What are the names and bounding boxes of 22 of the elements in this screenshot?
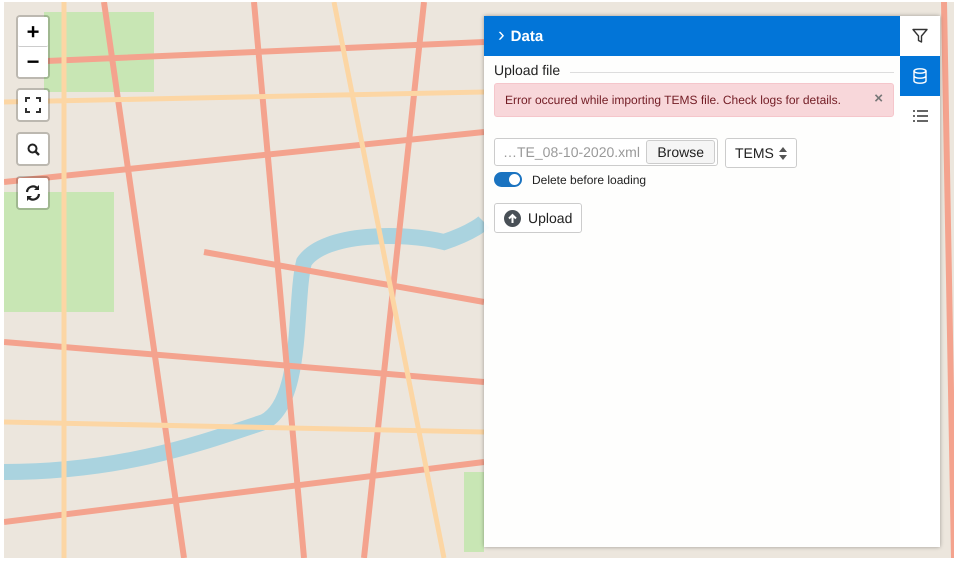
upload-button[interactable]: Upload	[494, 203, 582, 233]
filter-icon	[912, 28, 928, 44]
error-message: Error occured while importing TEMS file. Check logs for details.	[505, 93, 841, 107]
panel-title: Data	[510, 28, 544, 44]
fullscreen-icon	[25, 97, 41, 113]
database-icon	[913, 68, 927, 84]
search-button[interactable]	[16, 132, 50, 166]
toggle-switch[interactable]	[494, 172, 522, 187]
toggle-label: Delete before loading	[532, 172, 646, 186]
format-select[interactable]: TEMS	[725, 138, 797, 168]
chevron-icon: ›	[498, 24, 505, 44]
refresh-button[interactable]	[16, 176, 50, 210]
sort-arrows-icon	[778, 146, 787, 160]
list-icon	[912, 110, 928, 122]
section-title: Upload file	[494, 62, 560, 78]
browse-button[interactable]: Browse	[646, 140, 715, 164]
search-icon	[26, 142, 40, 156]
panel-header[interactable]: › Data	[484, 16, 900, 56]
file-input-field[interactable]: …TE_08-10-2020.xml Browse	[494, 138, 718, 166]
refresh-icon	[24, 184, 42, 202]
fullscreen-button[interactable]	[16, 88, 50, 122]
zoom-in-button[interactable]: +	[18, 17, 48, 47]
